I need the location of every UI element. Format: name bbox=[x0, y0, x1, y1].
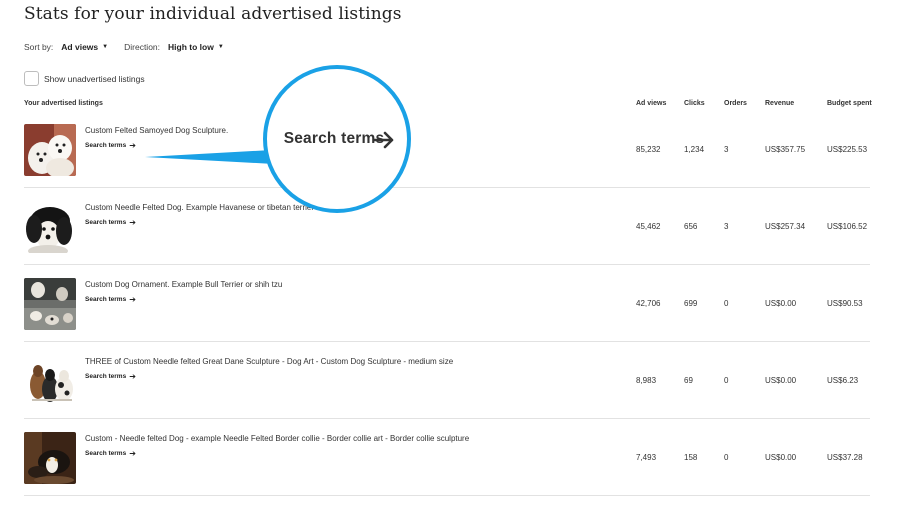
direction-label: Direction: bbox=[124, 42, 161, 52]
ad-views-value: 85,232 bbox=[636, 145, 661, 154]
callout-label: Search terms bbox=[283, 130, 385, 147]
search-terms-link[interactable]: Search terms ➔ bbox=[85, 218, 136, 227]
orders-value: 0 bbox=[724, 453, 729, 462]
revenue-value: US$0.00 bbox=[765, 453, 797, 462]
revenue-value: US$0.00 bbox=[765, 299, 797, 308]
sort-controls: Sort by: Ad views ▼ Direction: High to l… bbox=[24, 41, 224, 53]
orders-value: 3 bbox=[724, 145, 729, 154]
listing-thumbnail[interactable] bbox=[24, 124, 76, 176]
budget-spent-value: US$90.53 bbox=[827, 299, 863, 308]
orders-value: 0 bbox=[724, 376, 729, 385]
arrow-right-icon: ➔ bbox=[129, 449, 136, 458]
clicks-value: 699 bbox=[684, 299, 698, 308]
direction-dropdown[interactable]: High to low ▼ bbox=[168, 42, 224, 52]
header-revenue[interactable]: Revenue bbox=[765, 100, 794, 107]
arrow-right-icon: ➔ bbox=[129, 141, 136, 150]
search-terms-link[interactable]: Search terms ➔ bbox=[85, 449, 136, 458]
arrow-right-icon: ➔ bbox=[129, 218, 136, 227]
orders-value: 0 bbox=[724, 299, 729, 308]
table-row: Custom Needle Felted Dog. Example Havane… bbox=[24, 189, 870, 265]
header-orders[interactable]: Orders bbox=[724, 100, 747, 107]
listing-thumbnail[interactable] bbox=[24, 201, 76, 253]
revenue-value: US$0.00 bbox=[765, 376, 797, 385]
listing-title[interactable]: Custom Needle Felted Dog. Example Havane… bbox=[85, 203, 314, 212]
header-listings: Your advertised listings bbox=[24, 100, 103, 107]
orders-value: 3 bbox=[724, 222, 729, 231]
direction-value: High to low bbox=[168, 42, 214, 52]
arrow-right-icon: ➔ bbox=[129, 372, 136, 381]
budget-spent-value: US$37.28 bbox=[827, 453, 863, 462]
sort-by-dropdown[interactable]: Ad views ▼ bbox=[61, 42, 108, 52]
listing-thumbnail[interactable] bbox=[24, 432, 76, 484]
sort-by-label: Sort by: bbox=[24, 42, 54, 52]
clicks-value: 158 bbox=[684, 453, 698, 462]
table-row: Custom Dog Ornament. Example Bull Terrie… bbox=[24, 266, 870, 342]
arrow-right-icon: ➔ bbox=[129, 295, 136, 304]
listing-thumbnail[interactable] bbox=[24, 355, 76, 407]
clicks-value: 1,234 bbox=[684, 145, 705, 154]
show-unadvertised-filter: Show unadvertised listings bbox=[24, 71, 145, 86]
budget-spent-value: US$106.52 bbox=[827, 222, 868, 231]
header-clicks[interactable]: Clicks bbox=[684, 100, 705, 107]
clicks-value: 656 bbox=[684, 222, 698, 231]
ad-views-value: 42,706 bbox=[636, 299, 661, 308]
budget-spent-value: US$225.53 bbox=[827, 145, 868, 154]
table-row: Custom Felted Samoyed Dog Sculpture. Sea… bbox=[24, 112, 870, 188]
search-terms-callout: Search terms bbox=[263, 65, 411, 213]
table-row: THREE of Custom Needle felted Great Dane… bbox=[24, 343, 870, 419]
ad-views-value: 45,462 bbox=[636, 222, 661, 231]
search-terms-link[interactable]: Search terms ➔ bbox=[85, 295, 136, 304]
revenue-value: US$357.75 bbox=[765, 145, 806, 154]
listing-title[interactable]: Custom Felted Samoyed Dog Sculpture. bbox=[85, 126, 228, 135]
caret-down-icon: ▼ bbox=[217, 44, 224, 50]
revenue-value: US$257.34 bbox=[765, 222, 806, 231]
budget-spent-value: US$6.23 bbox=[827, 376, 859, 385]
listing-thumbnail[interactable] bbox=[24, 278, 76, 330]
listing-title[interactable]: Custom Dog Ornament. Example Bull Terrie… bbox=[85, 280, 282, 289]
clicks-value: 69 bbox=[684, 376, 693, 385]
search-terms-link[interactable]: Search terms ➔ bbox=[85, 372, 136, 381]
header-ad-views[interactable]: Ad views bbox=[636, 100, 666, 107]
show-unadvertised-checkbox[interactable] bbox=[24, 71, 39, 86]
ad-views-value: 7,493 bbox=[636, 453, 657, 462]
sort-by-value: Ad views bbox=[61, 42, 99, 52]
listing-title[interactable]: Custom - Needle felted Dog - example Nee… bbox=[85, 434, 469, 443]
listing-title[interactable]: THREE of Custom Needle felted Great Dane… bbox=[85, 357, 453, 366]
caret-down-icon: ▼ bbox=[102, 44, 109, 50]
search-terms-link[interactable]: Search terms ➔ bbox=[85, 141, 136, 150]
show-unadvertised-label: Show unadvertised listings bbox=[44, 73, 145, 84]
arrow-right-icon bbox=[373, 131, 394, 149]
table-row: Custom - Needle felted Dog - example Nee… bbox=[24, 420, 870, 496]
page-title: Stats for your individual advertised lis… bbox=[24, 4, 402, 24]
ad-views-value: 8,983 bbox=[636, 376, 657, 385]
header-budget-spent[interactable]: Budget spent bbox=[827, 100, 872, 107]
